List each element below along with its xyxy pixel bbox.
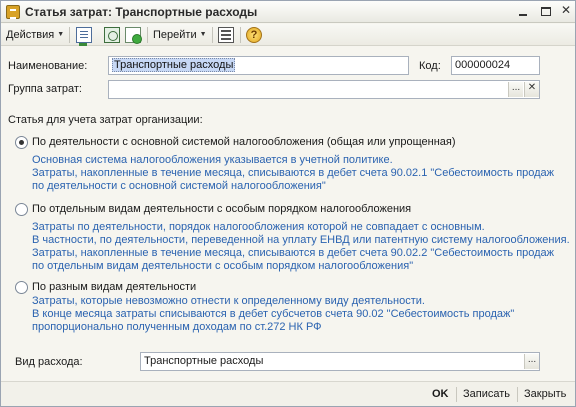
toolbar-divider (212, 27, 213, 43)
radio-various-activities-label[interactable]: По разным видам деятельности (32, 281, 196, 293)
option-description-line: по отдельным видам деятельности с особым… (32, 260, 414, 272)
code-field-value: 000000024 (455, 59, 511, 71)
expense-type-field[interactable]: Транспортные расходы ... (140, 352, 540, 371)
name-field[interactable]: Транспортные расходы (108, 56, 409, 75)
option-description-line: Затраты по деятельности, порядок налогоо… (32, 221, 485, 233)
actions-menu-label: Действия (6, 29, 55, 41)
app-icon (6, 5, 20, 19)
copy-new-icon[interactable] (125, 27, 142, 44)
option-description-line: Затраты, накопленные в течение месяца, с… (32, 167, 555, 179)
dialog-footer: OK Записать Закрыть (1, 381, 575, 406)
ok-button[interactable]: OK (432, 388, 449, 400)
help-icon[interactable]: ? (246, 27, 262, 43)
group-field[interactable]: ... ✕ (108, 80, 540, 99)
radio-main-taxation-label[interactable]: По деятельности с основной системой нало… (32, 136, 456, 148)
option-description-line: по деятельности с основной системой нало… (32, 180, 326, 192)
toolbar: Действия ▼ Перейти ▼ ? (1, 24, 575, 46)
title-bar[interactable]: Статья затрат: Транспортные расходы ✕ (1, 1, 575, 23)
minimize-button[interactable] (515, 4, 531, 19)
chevron-down-icon: ▼ (199, 31, 207, 39)
chevron-down-icon: ▼ (57, 31, 65, 39)
close-button[interactable]: Закрыть (524, 388, 566, 400)
minimize-icon (519, 14, 527, 16)
radio-special-taxation[interactable] (15, 203, 28, 216)
toolbar-divider (69, 27, 70, 43)
section-title: Статья для учета затрат организации: (8, 114, 203, 126)
maximize-button[interactable] (538, 4, 554, 19)
expense-type-value: Транспортные расходы (144, 355, 264, 367)
post-document-icon[interactable] (76, 27, 92, 46)
radio-various-activities[interactable] (15, 281, 28, 294)
option-description-line: Основная система налогообложения указыва… (32, 154, 393, 166)
clear-icon[interactable]: ✕ (524, 82, 539, 97)
maximize-icon (541, 7, 551, 16)
list-settings-icon[interactable] (218, 27, 234, 43)
option-description-line: Затраты, которые невозможно отнести к оп… (32, 295, 425, 307)
goto-menu-button[interactable]: Перейти ▼ (153, 27, 207, 43)
structure-icon[interactable] (104, 27, 120, 43)
dialog-window: Статья затрат: Транспортные расходы ✕ Де… (0, 0, 576, 407)
option-description-line: В конце месяца затраты списываются в деб… (32, 308, 515, 320)
footer-divider (456, 387, 457, 402)
toolbar-divider (240, 27, 241, 43)
radio-special-taxation-label[interactable]: По отдельным видам деятельности с особым… (32, 203, 411, 215)
expense-type-label: Вид расхода: (15, 356, 83, 368)
option-description-line: В частности, по деятельности, переведенн… (32, 234, 570, 246)
window-title: Статья затрат: Транспортные расходы (25, 5, 258, 19)
toolbar-divider (147, 27, 148, 43)
option-description-line: пропорционально полученным доходам по ст… (32, 321, 322, 333)
radio-main-taxation[interactable] (15, 136, 28, 149)
group-label: Группа затрат: (8, 83, 82, 95)
close-window-button[interactable]: ✕ (558, 4, 574, 19)
option-description-line: Затраты, накопленные в течение месяца, с… (32, 247, 555, 259)
group-select-button[interactable]: ... (508, 82, 523, 97)
save-button[interactable]: Записать (463, 388, 510, 400)
code-field[interactable]: 000000024 (451, 56, 540, 75)
goto-menu-label: Перейти (153, 29, 197, 41)
name-field-value: Транспортные расходы (112, 58, 236, 72)
footer-divider (517, 387, 518, 402)
code-label: Код: (419, 60, 441, 72)
name-label: Наименование: (8, 60, 88, 72)
actions-menu-button[interactable]: Действия ▼ (6, 27, 64, 43)
expense-type-select-button[interactable]: ... (524, 354, 539, 369)
close-icon: ✕ (560, 3, 572, 17)
